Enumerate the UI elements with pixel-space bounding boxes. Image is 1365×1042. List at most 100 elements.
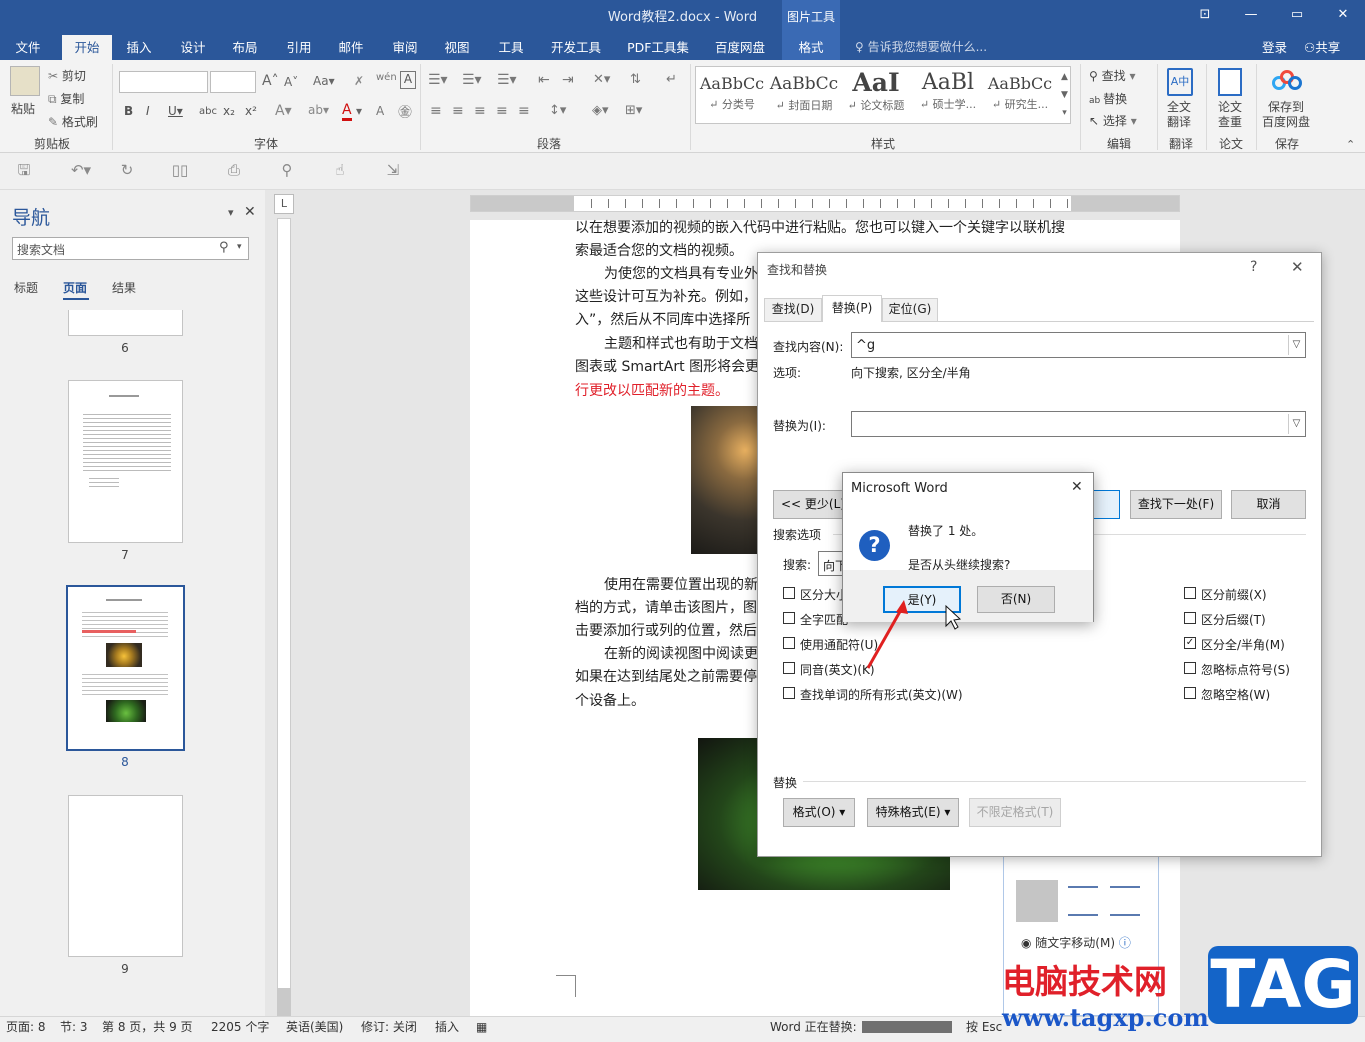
sort-icon[interactable]: ⇅: [630, 72, 641, 87]
tell-me-box[interactable]: ♀ 告诉我您想要做什么...: [855, 35, 987, 60]
increase-indent-icon[interactable]: ⇥: [562, 72, 574, 88]
grow-font-icon[interactable]: A˄: [262, 73, 279, 89]
vertical-ruler[interactable]: [273, 218, 295, 1016]
tab-find[interactable]: 查找(D): [764, 298, 822, 321]
nav-tab-headings[interactable]: 标题: [14, 279, 38, 296]
numbering-icon[interactable]: ☰▾: [462, 72, 482, 88]
full-translate-button[interactable]: 全文 翻译: [1167, 100, 1191, 130]
minimize-button[interactable]: —: [1228, 0, 1274, 30]
chevron-down-icon[interactable]: ▾: [237, 242, 242, 252]
no-formatting-button[interactable]: 不限定格式(T): [969, 798, 1061, 827]
status-page[interactable]: 页面: 8: [6, 1016, 46, 1038]
print-icon[interactable]: ⎙: [224, 160, 244, 180]
nav-tab-pages[interactable]: 页面: [63, 279, 87, 296]
page-thumbnail-8-selected[interactable]: [66, 585, 185, 751]
copy-button[interactable]: ⧉ 复制: [48, 90, 84, 107]
tab-replace[interactable]: 替换(P): [822, 295, 882, 322]
chevron-down-icon[interactable]: ▽: [1288, 335, 1304, 355]
nav-tab-results[interactable]: 结果: [112, 279, 136, 296]
char-border-icon[interactable]: A: [400, 71, 416, 89]
style-item-graduate[interactable]: AaBbCc ↵ 研究生...: [985, 68, 1055, 120]
format-button[interactable]: 格式(O) ▾: [783, 798, 855, 827]
align-left-icon[interactable]: ≡: [430, 103, 442, 119]
shrink-font-icon[interactable]: A˅: [284, 75, 298, 89]
status-section[interactable]: 节: 3: [60, 1016, 88, 1038]
font-name-box[interactable]: [119, 71, 208, 93]
italic-icon[interactable]: I: [146, 104, 150, 118]
close-window-button[interactable]: ✕: [1320, 0, 1365, 30]
checkbox-checked-icon[interactable]: ✓: [1184, 637, 1196, 649]
format-painter-button[interactable]: ✎ 格式刷: [48, 113, 98, 130]
decrease-indent-icon[interactable]: ⇤: [538, 72, 550, 88]
layout-tight-icon[interactable]: [1110, 886, 1140, 916]
checkbox-icon[interactable]: [783, 587, 795, 599]
char-shading-icon[interactable]: A: [376, 104, 384, 118]
style-item-paper-title[interactable]: AaI ↵ 论文标题: [841, 68, 911, 120]
layout-square-icon[interactable]: [1068, 886, 1098, 916]
search-icon[interactable]: ⚲: [219, 240, 229, 255]
line-spacing-icon[interactable]: ↕▾: [549, 103, 566, 118]
status-pages[interactable]: 第 8 页，共 9 页: [102, 1016, 193, 1038]
touch-mode-icon[interactable]: ☝: [330, 160, 350, 180]
undo-icon[interactable]: ↶▾: [64, 160, 98, 180]
collapse-ribbon-icon[interactable]: ⌃: [1346, 138, 1355, 151]
bullets-icon[interactable]: ☰▾: [428, 72, 448, 88]
special-button[interactable]: 特殊格式(E) ▾: [867, 798, 959, 827]
subscript-icon[interactable]: x₂: [223, 104, 235, 118]
checkbox-icon[interactable]: [1184, 687, 1196, 699]
page-thumbnail-7[interactable]: [68, 380, 183, 543]
tab-home[interactable]: 开始: [62, 35, 112, 60]
underline-icon[interactable]: U▾: [168, 104, 183, 118]
translate-icon[interactable]: A中: [1167, 68, 1193, 96]
msgbox-close-icon[interactable]: ✕: [1071, 479, 1083, 495]
paper-check-button[interactable]: 论文 查重: [1218, 100, 1242, 130]
tab-goto[interactable]: 定位(G): [882, 298, 938, 321]
tab-design[interactable]: 设计: [170, 35, 216, 60]
highlight-icon[interactable]: ab▾: [308, 103, 329, 117]
tab-tools[interactable]: 工具: [488, 35, 534, 60]
cancel-button[interactable]: 取消: [1231, 490, 1306, 519]
page-thumbnail-9[interactable]: [68, 795, 183, 957]
select-button[interactable]: ↖ 选择 ▾: [1089, 112, 1137, 129]
clear-format-icon[interactable]: ✗: [354, 74, 364, 88]
status-insert-mode[interactable]: 插入: [435, 1016, 459, 1038]
align-center-icon[interactable]: ≡: [452, 103, 464, 119]
tab-references[interactable]: 引用: [276, 35, 322, 60]
replace-with-input[interactable]: ▽: [851, 411, 1306, 437]
superscript-icon[interactable]: x²: [245, 104, 257, 118]
layout-inline-icon[interactable]: [1016, 880, 1058, 922]
distributed-icon[interactable]: ≡: [518, 103, 530, 119]
justify-icon[interactable]: ≡: [496, 103, 508, 119]
sign-in-link[interactable]: 登录: [1262, 35, 1287, 60]
tab-format[interactable]: 格式: [782, 35, 840, 60]
chevron-down-icon[interactable]: ▽: [1288, 414, 1304, 434]
save-icon[interactable]: 🖫: [14, 160, 34, 180]
checkbox-icon[interactable]: [783, 662, 795, 674]
baidu-cloud-icon[interactable]: [1272, 70, 1302, 94]
status-words[interactable]: 2205 个字: [211, 1016, 269, 1038]
cut-button[interactable]: ✂ 剪切: [48, 67, 86, 84]
horizontal-ruler[interactable]: [470, 195, 1180, 212]
font-color-dropdown-icon[interactable]: ▾: [356, 104, 362, 118]
find-button[interactable]: ⚲ 查找 ▾: [1089, 67, 1135, 84]
text-effects-icon[interactable]: A▾: [275, 103, 292, 119]
paper-check-icon[interactable]: [1218, 68, 1242, 96]
status-track-changes[interactable]: 修订: 关闭: [361, 1016, 417, 1038]
styles-scroll-icon[interactable]: ▲ ▼ ▾: [1059, 68, 1070, 122]
font-color-icon[interactable]: A: [342, 102, 352, 121]
chinese-layout-icon[interactable]: ✕▾: [593, 72, 610, 87]
paste-button[interactable]: 粘贴: [11, 100, 35, 117]
tab-layout[interactable]: 布局: [222, 35, 268, 60]
tab-view[interactable]: 视图: [434, 35, 480, 60]
align-right-icon[interactable]: ≡: [474, 103, 486, 119]
checkbox-icon[interactable]: [1184, 612, 1196, 624]
tab-insert[interactable]: 插入: [116, 35, 162, 60]
font-size-box[interactable]: [210, 71, 256, 93]
share-button[interactable]: ⚇共享: [1304, 35, 1340, 60]
tab-selector-icon[interactable]: L: [274, 194, 294, 214]
paste-icon[interactable]: [10, 66, 40, 96]
nav-options-icon[interactable]: ▾: [228, 206, 234, 219]
print-preview-icon[interactable]: ⚲: [277, 160, 297, 180]
no-button[interactable]: 否(N): [977, 586, 1055, 613]
restore-button[interactable]: ▭: [1274, 0, 1320, 30]
